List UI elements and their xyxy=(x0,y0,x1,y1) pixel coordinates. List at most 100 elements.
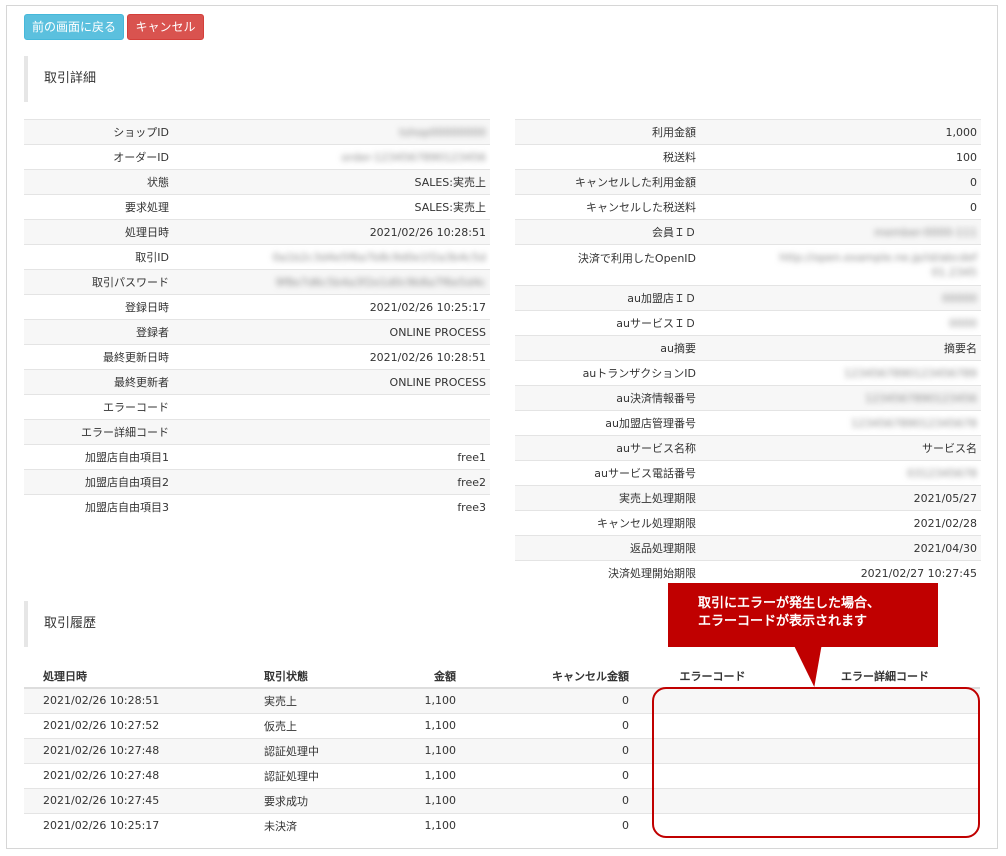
cell-cancel-amount: 0 xyxy=(462,812,635,838)
detail-value-text: 2021/02/26 10:25:17 xyxy=(369,300,486,314)
detail-value-text: 2021/04/30 xyxy=(913,541,977,555)
detail-value: order-1234567890123456 xyxy=(174,144,490,170)
detail-value: 2021/02/26 10:25:17 xyxy=(174,294,490,320)
detail-label: au加盟店ＩＤ xyxy=(515,285,701,311)
detail-row: 要求処理 SALES:実売上 xyxy=(24,194,490,220)
cell-error-detail-code xyxy=(790,762,980,788)
detail-value: ONLINE PROCESS xyxy=(174,369,490,395)
detail-label: エラー詳細コード xyxy=(24,419,174,445)
detail-label: 登録者 xyxy=(24,319,174,345)
detail-label: au決済情報番号 xyxy=(515,385,701,411)
detail-label: 税送料 xyxy=(515,144,701,170)
detail-row: エラー詳細コード xyxy=(24,419,490,445)
detail-value-text: 1,000 xyxy=(945,125,978,139)
cell-date: 2021/02/26 10:27:48 xyxy=(24,737,224,763)
cell-cancel-amount: 0 xyxy=(462,712,635,738)
detail-value xyxy=(174,419,490,445)
detail-value-text: free1 xyxy=(457,450,486,464)
detail-row: 取引ID 0a1b2c3d4e5f6a7b8c9d0e1f2a3b4c5d xyxy=(24,244,490,270)
detail-label: 加盟店自由項目2 xyxy=(24,469,174,495)
history-row: 2021/02/26 10:27:45 要求成功 1,100 0 xyxy=(24,787,980,813)
detail-value-text: 2021/02/27 10:27:45 xyxy=(860,566,977,580)
detail-row: au加盟店管理番号 123456789012345678 xyxy=(515,410,981,436)
detail-value: SALES:実売上 xyxy=(174,194,490,220)
detail-value: 2021/05/27 xyxy=(701,485,981,511)
cell-amount: 1,100 xyxy=(374,737,462,763)
cell-error-code xyxy=(635,812,790,838)
detail-label: auサービス電話番号 xyxy=(515,460,701,486)
detail-row: ショップID tshop00000000 xyxy=(24,119,490,145)
cancel-button[interactable]: キャンセル xyxy=(127,14,204,40)
history-header-row: 処理日時 取引状態 金額 キャンセル金額 エラーコード エラー詳細コード xyxy=(24,664,980,689)
detail-value: 1234567890123456789 xyxy=(701,360,981,386)
detail-value: 1,000 xyxy=(701,119,981,145)
detail-value: 0312345678 xyxy=(701,460,981,486)
cell-error-code xyxy=(635,787,790,813)
detail-value: 0a1b2c3d4e5f6a7b8c9d0e1f2a3b4c5d xyxy=(174,244,490,270)
detail-value-text: サービス名 xyxy=(922,442,977,455)
cell-status: 要求成功 xyxy=(224,787,374,813)
history-table: 処理日時 取引状態 金額 キャンセル金額 エラーコード エラー詳細コード 202… xyxy=(24,664,980,838)
cell-error-detail-code xyxy=(790,712,980,738)
history-row: 2021/02/26 10:27:48 認証処理中 1,100 0 xyxy=(24,737,980,763)
detail-row: 最終更新者 ONLINE PROCESS xyxy=(24,369,490,395)
detail-value-text: 2021/02/26 10:28:51 xyxy=(369,225,486,239)
detail-value-text: 2021/02/26 10:28:51 xyxy=(369,350,486,364)
cell-date: 2021/02/26 10:27:52 xyxy=(24,712,224,738)
cell-amount: 1,100 xyxy=(374,712,462,738)
detail-row: 加盟店自由項目2 free2 xyxy=(24,469,490,495)
detail-row: キャンセルした税送料 0 xyxy=(515,194,981,220)
detail-row: 処理日時 2021/02/26 10:28:51 xyxy=(24,219,490,245)
detail-label: ショップID xyxy=(24,119,174,145)
detail-value-text: 100 xyxy=(956,150,977,164)
detail-value-text: 0a1b2c3d4e5f6a7b8c9d0e1f2a3b4c5d xyxy=(272,250,486,264)
detail-value: free2 xyxy=(174,469,490,495)
cell-error-detail-code xyxy=(790,737,980,763)
cell-cancel-amount: 0 xyxy=(462,787,635,813)
history-row: 2021/02/26 10:25:17 未決済 1,100 0 xyxy=(24,812,980,838)
detail-value xyxy=(174,394,490,420)
cell-status: 仮売上 xyxy=(224,712,374,738)
detail-row: 決済で利用したOpenID http://open.example.ne.jp/i… xyxy=(515,244,981,286)
history-section-title: 取引履歴 xyxy=(24,601,96,647)
detail-value: 2021/02/27 10:27:45 xyxy=(701,560,981,586)
detail-value: 2021/02/26 10:28:51 xyxy=(174,219,490,245)
detail-label: 返品処理期限 xyxy=(515,535,701,561)
detail-label: au加盟店管理番号 xyxy=(515,410,701,436)
detail-row: au決済情報番号 1234567890123456 xyxy=(515,385,981,411)
detail-value-text: 2021/02/28 xyxy=(913,516,977,530)
cell-amount: 1,100 xyxy=(374,812,462,838)
detail-row: 加盟店自由項目3 free3 xyxy=(24,494,490,520)
detail-row: 実売上処理期限 2021/05/27 xyxy=(515,485,981,511)
cell-error-detail-code xyxy=(790,687,980,713)
cell-status: 未決済 xyxy=(224,812,374,838)
cell-status: 認証処理中 xyxy=(224,762,374,788)
cell-error-code xyxy=(635,687,790,713)
detail-value-text: tshop00000000 xyxy=(399,125,486,139)
detail-value: free1 xyxy=(174,444,490,470)
cell-amount: 1,100 xyxy=(374,687,462,713)
back-button[interactable]: 前の画面に戻る xyxy=(24,14,124,40)
detail-value-text-2: 01.2345 xyxy=(931,266,978,279)
detail-value-text: http://open.example.ne.jp/id/abcdef xyxy=(779,251,977,264)
detail-section-title: 取引詳細 xyxy=(24,56,96,102)
cell-error-detail-code xyxy=(790,812,980,838)
detail-value: 123456789012345678 xyxy=(701,410,981,436)
detail-label: 会員ＩＤ xyxy=(515,219,701,245)
col-header-status: 取引状態 xyxy=(224,664,374,689)
annotation-callout: 取引にエラーが発生した場合、 エラーコードが表示されます xyxy=(668,583,938,647)
detail-value: 2021/04/30 xyxy=(701,535,981,561)
detail-label: 状態 xyxy=(24,169,174,195)
col-header-cancel-amount: キャンセル金額 xyxy=(462,664,635,689)
detail-row: キャンセル処理期限 2021/02/28 xyxy=(515,510,981,536)
cell-date: 2021/02/26 10:27:48 xyxy=(24,762,224,788)
detail-label: エラーコード xyxy=(24,394,174,420)
detail-value-text: ONLINE PROCESS xyxy=(389,375,486,389)
cell-date: 2021/02/26 10:27:45 xyxy=(24,787,224,813)
cell-amount: 1,100 xyxy=(374,787,462,813)
detail-label: 処理日時 xyxy=(24,219,174,245)
detail-row: auサービス電話番号 0312345678 xyxy=(515,460,981,486)
col-header-error-code: エラーコード xyxy=(635,664,790,689)
detail-value: http://open.example.ne.jp/id/abcdef 01.23… xyxy=(701,244,981,286)
detail-value: 9f8e7d6c5b4a3f2e1d0c9b8a7f6e5d4c xyxy=(174,269,490,295)
